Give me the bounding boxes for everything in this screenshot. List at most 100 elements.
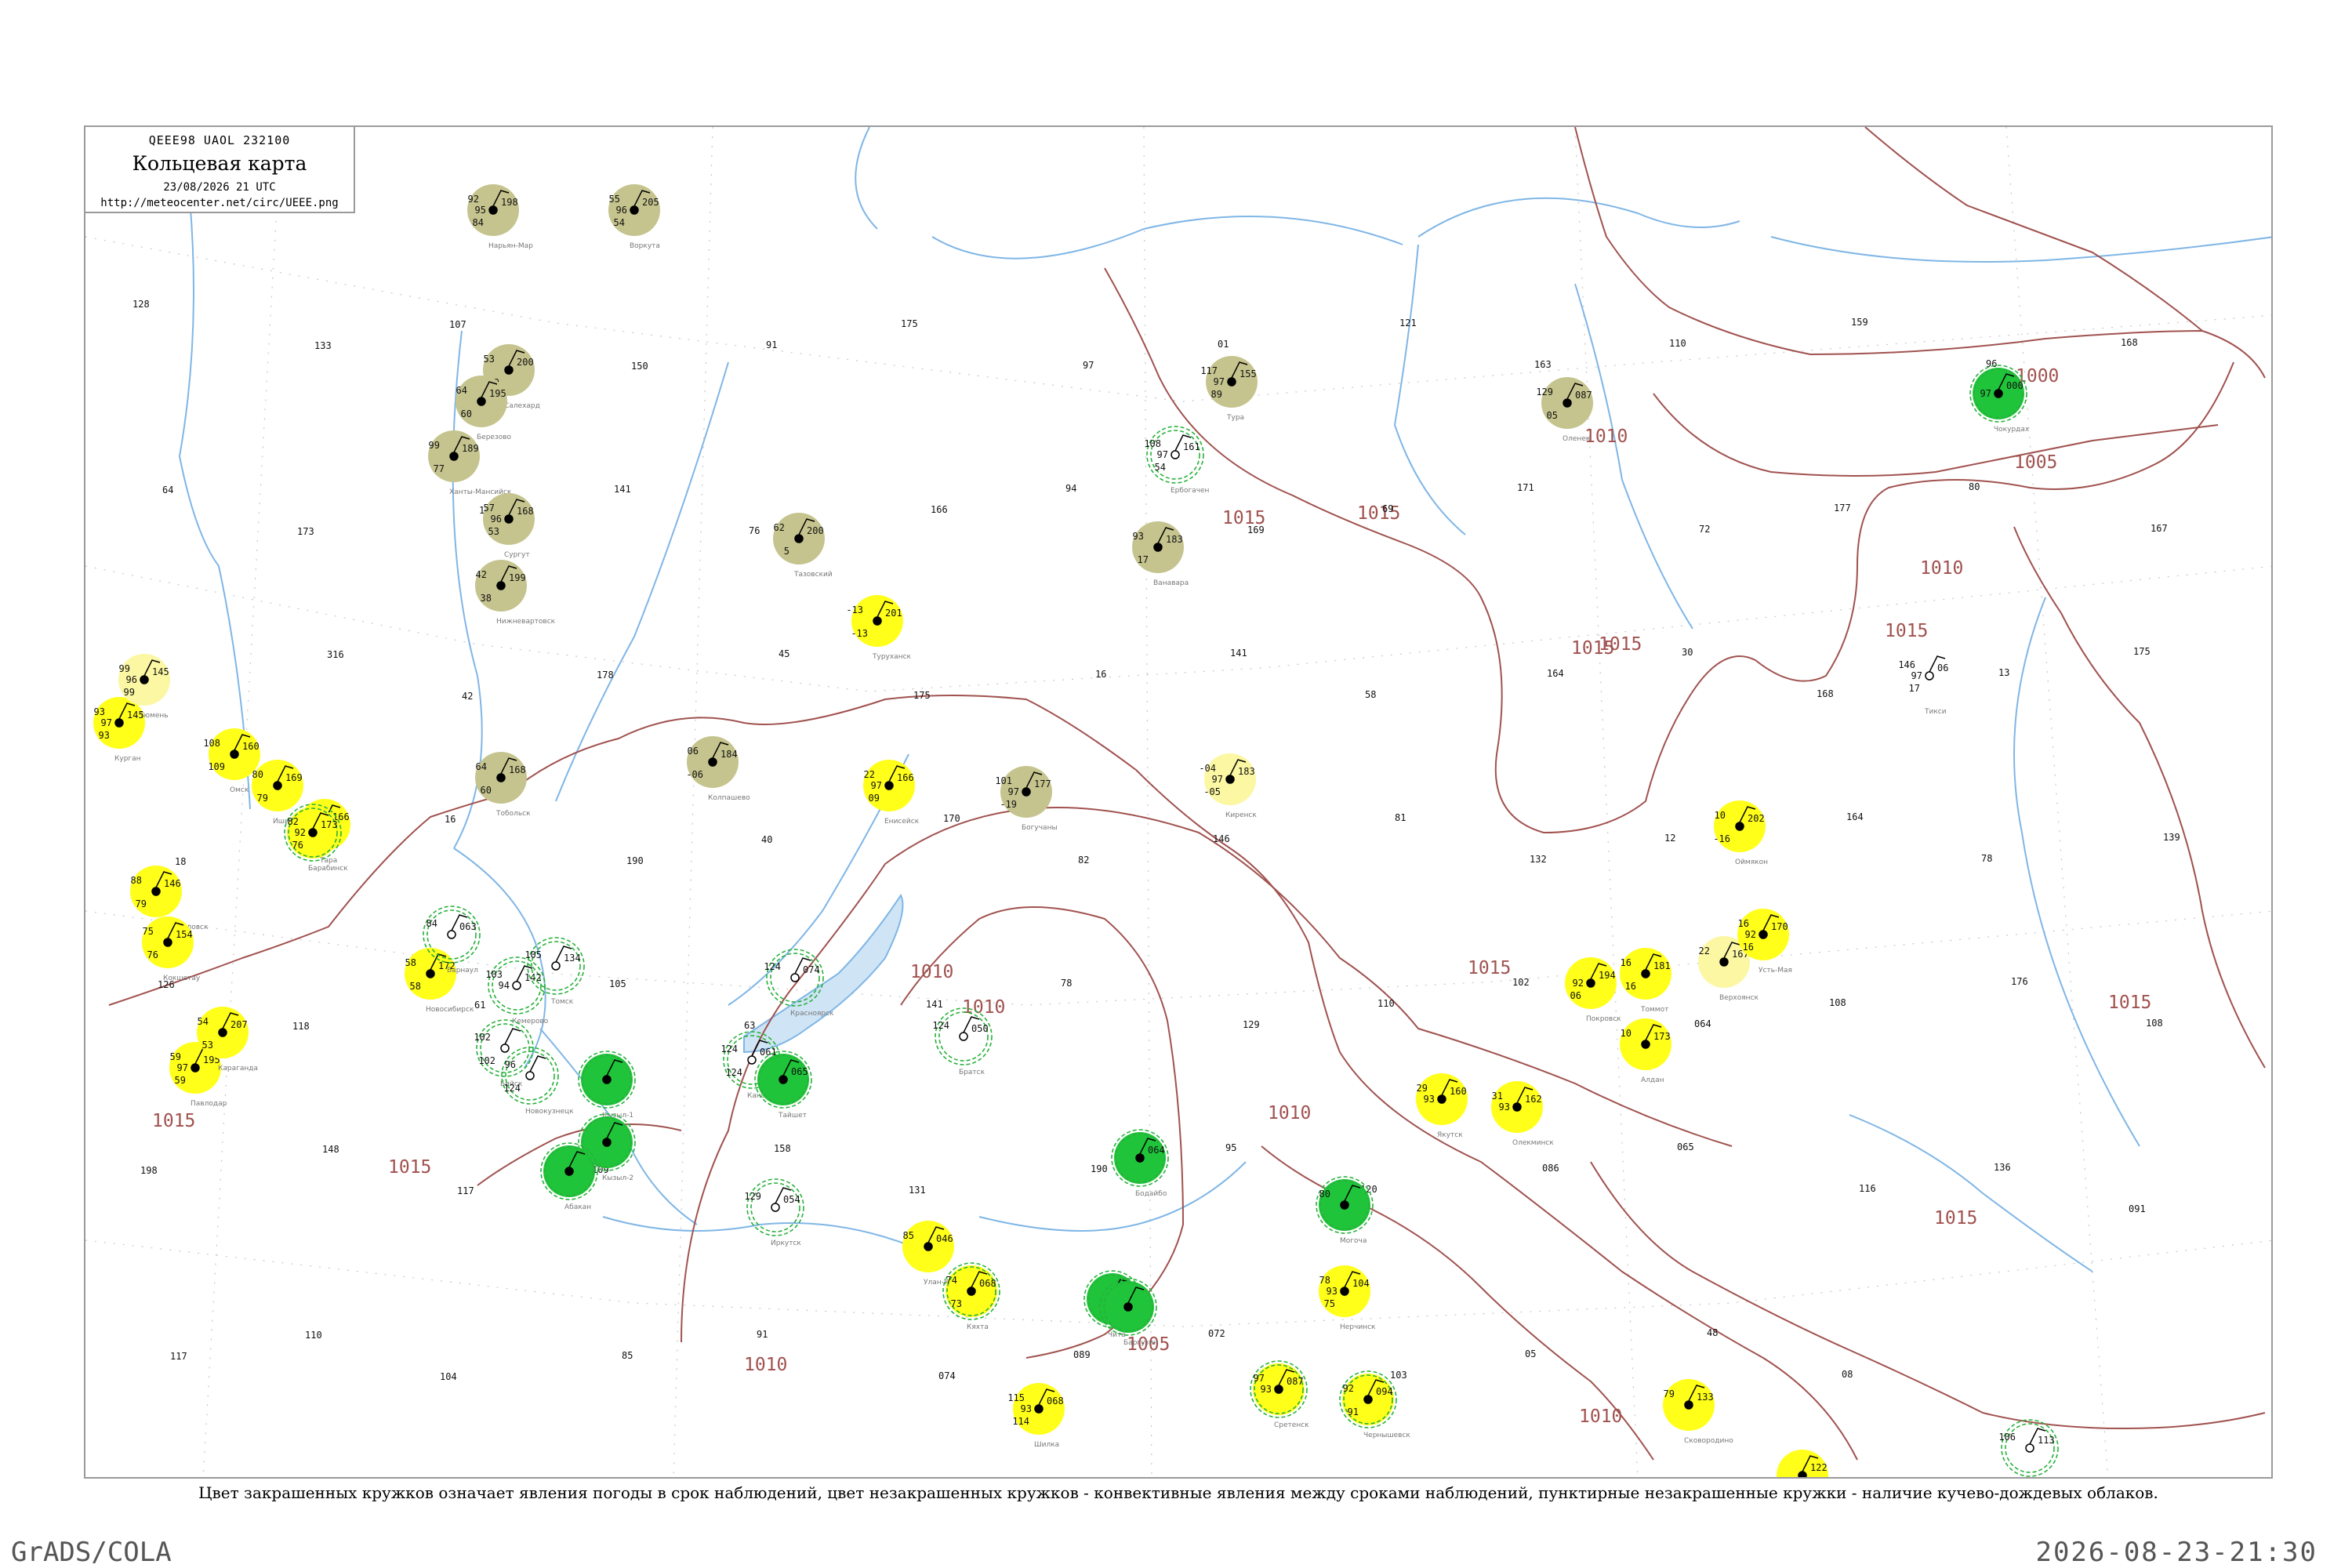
station-marker[interactable]: 06 -06 184 Колпашево [686, 736, 750, 802]
station-value-top: 85 [903, 1230, 914, 1241]
station-value-bot: 09 [869, 793, 880, 804]
station-marker[interactable]: 2993 160 Якутск [1416, 1073, 1468, 1139]
station-name: Иркутск [771, 1240, 801, 1247]
station-dot [218, 1028, 227, 1037]
station-dot [1340, 1287, 1349, 1296]
source-url[interactable]: http://meteocenter.net/circ/UEEE.png [85, 197, 354, 209]
station-marker[interactable]: 79 133 Сковородино [1663, 1379, 1733, 1445]
station-marker[interactable]: 10197 -19 177 Богучаны [995, 766, 1058, 832]
station-marker[interactable]: 939793145Курган [93, 697, 145, 763]
station-value-right: 166 [897, 772, 914, 783]
station-dot [114, 718, 124, 728]
station-value: 85 [622, 1350, 633, 1361]
station-value-bot: 91 [1348, 1406, 1359, 1417]
station-value-top: 129 [744, 1191, 761, 1202]
station-marker[interactable]: 10394142Кемерово [485, 956, 549, 1025]
station-marker[interactable]: 108108081Кыра [1038, 1477, 1095, 1479]
station-marker[interactable]: 16 16 181 Томмот [1620, 948, 1671, 1014]
station-value-bot: 16 [1625, 981, 1636, 992]
station-value: 30 [1682, 647, 1693, 658]
station-value-right: 133 [1697, 1392, 1714, 1403]
station-value: 63 [744, 1020, 755, 1031]
station-dot [273, 781, 282, 790]
station-value: 103 [1390, 1370, 1407, 1381]
station-marker[interactable]: 64 60 168 Тобольск [475, 752, 531, 818]
station-marker[interactable]: 93 17 183 Ванавара [1132, 521, 1189, 587]
station-value-mid: 97 [1980, 388, 1991, 399]
station-marker[interactable]: 929584 198 Нарьян-Мар [467, 184, 533, 250]
station-name: Ванавара [1153, 579, 1189, 587]
station-marker[interactable]: 10 -16 202 Оймякон [1713, 800, 1768, 866]
station-value-top: 80 [1319, 1189, 1330, 1200]
station-marker[interactable]: 11797 89 155 Тура [1200, 356, 1258, 422]
station-marker[interactable]: 10897 54 161 Ербогачен [1144, 426, 1210, 495]
station-dot [1586, 978, 1595, 988]
station-value-mid: 93 [1424, 1094, 1435, 1105]
station-marker[interactable]: Кызыл-1 [578, 1051, 636, 1120]
station-marker[interactable]: 9793 087 Сретенск [1250, 1360, 1309, 1429]
station-marker[interactable]: 5858172Новосибирск [405, 948, 474, 1014]
station-value: 94 [1065, 483, 1076, 494]
station-value-top: 97 [1254, 1373, 1265, 1384]
station-marker[interactable]: 129 054 Иркутск [744, 1178, 804, 1247]
station-marker[interactable]: 62 5 200 Тазовский [773, 513, 833, 579]
station-marker[interactable]: 42 38 199 Нижневартовск [475, 560, 556, 626]
station-marker[interactable]: -13 -13 201 Туруханск [846, 595, 912, 661]
station-marker[interactable]: 102102Бийск [474, 1019, 534, 1088]
station-value: 16 [445, 814, 456, 825]
station-name: Тюмень [139, 712, 169, 720]
station-marker[interactable]: 3193 162 Олекминск [1491, 1081, 1554, 1147]
station-marker[interactable]: 789375 104 Нерчинск [1319, 1265, 1376, 1331]
station-marker[interactable]: 74 73 068 Кяхта [942, 1262, 1000, 1331]
station-value-top: 74 [946, 1275, 957, 1286]
station-value-mid: 92 [1573, 978, 1584, 989]
station-value: 175 [913, 690, 931, 701]
station-value-bot: 84 [473, 217, 484, 228]
map-title: Кольцевая карта [132, 152, 307, 175]
station-value: 072 [1208, 1328, 1225, 1339]
station-marker[interactable]: 10 173 Алдан [1620, 1018, 1671, 1084]
station-marker[interactable]: 11593 114 068 Шилка [1007, 1383, 1065, 1449]
station-dot [477, 397, 486, 406]
station-marker[interactable]: 124 050 Братск [932, 1007, 993, 1076]
station-marker[interactable]: 559654 205 Воркута [608, 184, 660, 250]
station-marker[interactable]: -0497-05 183 Киренск [1199, 753, 1257, 819]
station-dot [779, 1075, 788, 1084]
station-marker[interactable]: 14697 17 06 Тикси [1898, 655, 1948, 716]
station-name: Киренск [1225, 811, 1257, 819]
station-value: 132 [1530, 854, 1547, 865]
station-marker[interactable]: 122Тында [1777, 1450, 1828, 1479]
station-marker[interactable]: 97 000 Чокурдах [1969, 365, 2030, 434]
station-marker[interactable]: 064 Бодайбо [1111, 1129, 1169, 1198]
station-name: Березово [477, 434, 512, 441]
station-dot [959, 1032, 968, 1041]
station-value-bot: 76 [147, 949, 158, 960]
station-name: Кызыл-2 [602, 1174, 633, 1182]
station-marker[interactable]: 9206 194 Покровск [1565, 957, 1621, 1023]
station-value-top: 10 [1621, 1028, 1632, 1039]
station-value-top: 124 [720, 1044, 738, 1054]
station-value-bot: 53 [202, 1040, 213, 1051]
station-value-mid: 96 [616, 205, 627, 216]
legend-caption: Цвет закрашенных кружков означает явлени… [198, 1483, 2158, 1502]
station-value-right: 184 [720, 749, 738, 760]
isobar-label: 1015 [1934, 1208, 1977, 1229]
station-value: 110 [1669, 338, 1686, 349]
station-marker[interactable]: 106113Зея [1998, 1419, 2059, 1479]
station-marker[interactable]: 92 91 094 Чернышевск [1339, 1370, 1410, 1439]
station-name: Томск [550, 998, 574, 1006]
station-value: 108 [2146, 1018, 2163, 1029]
station-value: 121 [1399, 318, 1417, 328]
station-dot [504, 514, 514, 524]
station-marker[interactable]: 5796 53 168 Сургут [483, 493, 535, 559]
isobar-label: 1010 [1920, 558, 1963, 579]
station-value-mid: 94 [499, 980, 510, 991]
station-value-right: 134 [564, 953, 581, 964]
station-name: Сковородино [1684, 1437, 1733, 1445]
station-value-top: 55 [609, 194, 620, 205]
station-name: Кемерово [512, 1018, 549, 1025]
station-dot [602, 1138, 612, 1147]
station-marker[interactable]: 2297 09 166 Енисейск [863, 760, 920, 826]
station-marker[interactable]: 065 Тайшет [754, 1051, 812, 1120]
station-value-right: 122 [1810, 1462, 1828, 1473]
